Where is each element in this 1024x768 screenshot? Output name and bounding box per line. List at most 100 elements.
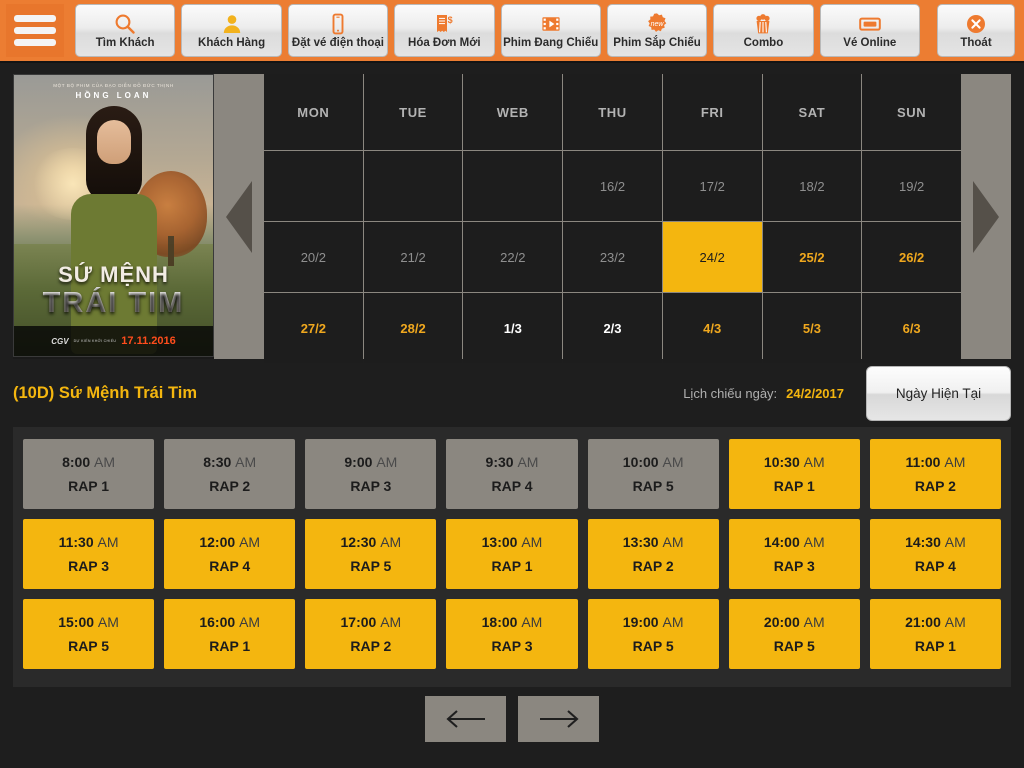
today-button[interactable]: Ngày Hiện Tại xyxy=(866,365,1011,421)
showtime-clock: 14:00 xyxy=(763,534,800,550)
showtime-button[interactable]: 19:00 AM RAP 5 xyxy=(587,599,719,669)
showtime-meridiem: AM xyxy=(944,454,966,470)
showtime-time: 11:00 AM xyxy=(905,454,965,470)
showtime-room: RAP 4 xyxy=(914,558,956,574)
calendar-day-header: SAT xyxy=(762,74,862,150)
calendar-day-header: SUN xyxy=(862,74,961,150)
showtime-room: RAP 1 xyxy=(773,478,815,494)
find-customer-button[interactable]: Tìm Khách xyxy=(75,4,176,57)
showtime-button[interactable]: 10:00 AM RAP 5 xyxy=(587,439,719,509)
calendar-next-button[interactable] xyxy=(961,74,1011,359)
calendar-cell[interactable]: 19/2 xyxy=(862,151,961,221)
combo-button[interactable]: Combo xyxy=(713,4,814,57)
now-showing-label: Phim Đang Chiếu xyxy=(503,36,599,49)
hamburger-menu-icon[interactable] xyxy=(6,4,64,57)
calendar-cell[interactable]: 27/2 xyxy=(264,293,363,363)
calendar-cell[interactable]: 16/2 xyxy=(563,151,662,221)
calendar-cell[interactable]: 4/3 xyxy=(662,293,762,363)
showtime-time: 10:30 AM xyxy=(764,454,825,470)
calendar-cell[interactable]: 1/3 xyxy=(463,293,563,363)
chevron-right-icon xyxy=(973,180,999,253)
schedule-date-value: 24/2/2017 xyxy=(786,385,844,401)
showtime-button[interactable]: 16:00 AM RAP 1 xyxy=(164,599,296,669)
showtime-clock: 10:30 xyxy=(763,454,800,470)
showtime-time: 14:30 AM xyxy=(905,534,966,550)
showtime-meridiem: AM xyxy=(239,534,261,550)
showtime-clock: 11:00 xyxy=(905,454,941,470)
showtime-clock: 18:00 xyxy=(481,614,518,630)
calendar-cell[interactable]: 2/3 xyxy=(563,293,662,363)
showtime-time: 8:30 AM xyxy=(203,454,256,470)
poster-face xyxy=(96,119,131,164)
poster-star-name: HỒNG LOAN xyxy=(75,91,152,100)
calendar-cell[interactable]: 21/2 xyxy=(363,222,463,292)
showtime-button[interactable]: 21:00 AM RAP 1 xyxy=(869,599,1001,669)
showtime-meridiem: AM xyxy=(944,534,966,550)
showtime-button[interactable]: 10:30 AM RAP 1 xyxy=(728,439,860,509)
calendar-cell[interactable]: 23/2 xyxy=(563,222,662,292)
coming-soon-label: Phim Sắp Chiếu xyxy=(613,36,701,49)
showtime-button[interactable]: 9:00 AM RAP 3 xyxy=(305,439,437,509)
showtime-clock: 19:00 xyxy=(622,614,659,630)
calendar-cell-empty xyxy=(264,151,363,221)
calendar-cell[interactable]: 28/2 xyxy=(363,293,463,363)
showtime-meridiem: AM xyxy=(517,454,539,470)
showtime-meridiem: AM xyxy=(803,454,825,470)
showtime-button[interactable]: 9:30 AM RAP 4 xyxy=(446,439,578,509)
showtime-room: RAP 1 xyxy=(68,478,110,494)
showtime-button[interactable]: 17:00 AM RAP 2 xyxy=(305,599,437,669)
phone-booking-button[interactable]: Đặt vé điện thoại xyxy=(287,4,389,57)
showtime-button[interactable]: 11:00 AM RAP 2 xyxy=(869,439,1001,509)
calendar-cell[interactable]: 5/3 xyxy=(762,293,862,363)
movie-poster[interactable]: MỘT BỘ PHIM CỦA ĐẠO DIỄN ĐỖ ĐỨC THỊNH HỒ… xyxy=(13,74,214,357)
poster-title-line2: TRÁI TIM xyxy=(14,287,213,320)
showtime-time: 12:00 AM xyxy=(199,534,260,550)
calendar-cell[interactable]: 17/2 xyxy=(662,151,762,221)
showtime-button[interactable]: 15:00 AM RAP 5 xyxy=(23,599,155,669)
cgv-logo: CGV xyxy=(51,336,69,346)
showtime-button[interactable]: 12:00 AM RAP 4 xyxy=(164,519,296,589)
calendar-cell[interactable]: 25/2 xyxy=(762,222,862,292)
new-invoice-button[interactable]: $ Hóa Đơn Mới xyxy=(394,4,495,57)
calendar-cell[interactable]: 22/2 xyxy=(463,222,563,292)
chevron-left-icon xyxy=(226,180,252,253)
calendar-cell-selected[interactable]: 24/2 xyxy=(662,222,762,292)
showtime-button[interactable]: 12:30 AM RAP 5 xyxy=(305,519,437,589)
calendar-cell[interactable]: 18/2 xyxy=(762,151,862,221)
calendar-cell[interactable]: 26/2 xyxy=(862,222,961,292)
showtime-meridiem: AM xyxy=(662,454,684,470)
customers-button[interactable]: Khách Hàng xyxy=(181,4,282,57)
showtime-time: 13:00 AM xyxy=(482,534,543,550)
showtime-button[interactable]: 20:00 AM RAP 5 xyxy=(728,599,860,669)
showtime-button[interactable]: 13:00 AM RAP 1 xyxy=(446,519,578,589)
showtime-room: RAP 5 xyxy=(632,478,674,494)
showtime-time: 17:00 AM xyxy=(341,614,402,630)
showtime-meridiem: AM xyxy=(94,454,116,470)
showtime-button[interactable]: 8:00 AM RAP 1 xyxy=(23,439,155,509)
popcorn-icon xyxy=(752,12,774,36)
showtime-meridiem: AM xyxy=(521,534,543,550)
showtime-clock: 13:30 xyxy=(622,534,659,550)
showtime-button[interactable]: 18:00 AM RAP 3 xyxy=(446,599,578,669)
showtime-button[interactable]: 14:00 AM RAP 3 xyxy=(728,519,860,589)
showtime-time: 13:30 AM xyxy=(623,534,684,550)
showtime-clock: 20:00 xyxy=(763,614,800,630)
showtime-time: 10:00 AM xyxy=(623,454,684,470)
page-next-button[interactable] xyxy=(518,695,599,742)
showtime-clock: 13:00 xyxy=(481,534,518,550)
coming-soon-button[interactable]: new Phim Sắp Chiếu xyxy=(606,4,708,57)
calendar-cell[interactable]: 6/3 xyxy=(862,293,961,363)
showtime-button[interactable]: 8:30 AM RAP 2 xyxy=(164,439,296,509)
exit-button[interactable]: Thoát xyxy=(937,4,1015,57)
ticket-icon xyxy=(858,12,882,36)
new-badge-icon: new xyxy=(645,12,669,36)
showtime-clock: 12:00 xyxy=(199,534,236,550)
showtime-button[interactable]: 14:30 AM RAP 4 xyxy=(869,519,1001,589)
now-showing-button[interactable]: Phim Đang Chiếu xyxy=(500,4,601,57)
online-ticket-button[interactable]: Vé Online xyxy=(819,4,920,57)
showtime-button[interactable]: 11:30 AM RAP 3 xyxy=(23,519,155,589)
page-prev-button[interactable] xyxy=(425,695,506,742)
calendar-prev-button[interactable] xyxy=(214,74,264,359)
calendar-cell[interactable]: 20/2 xyxy=(264,222,363,292)
showtime-button[interactable]: 13:30 AM RAP 2 xyxy=(587,519,719,589)
